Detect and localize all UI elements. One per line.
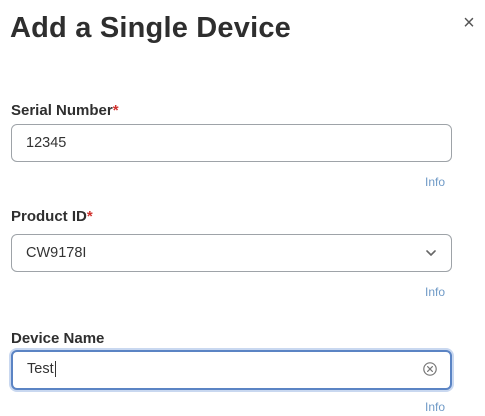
- required-marker: *: [86, 208, 93, 225]
- product-id-value: CW9178I: [26, 245, 87, 261]
- chevron-down-icon[interactable]: [425, 247, 437, 259]
- device-name-label: Device Name: [11, 330, 104, 347]
- product-id-select[interactable]: CW9178I: [11, 234, 452, 272]
- device-name-input[interactable]: Test: [11, 350, 452, 390]
- close-icon[interactable]: ×: [460, 13, 478, 33]
- add-device-dialog: Add a Single Device × Serial Number* 123…: [0, 0, 485, 416]
- text-caret: [54, 361, 56, 378]
- product-id-info-link[interactable]: Info: [425, 285, 445, 299]
- dialog-title: Add a Single Device: [10, 12, 291, 44]
- device-name-label-text: Device Name: [11, 330, 105, 347]
- serial-number-input[interactable]: 12345: [11, 124, 452, 162]
- clear-circle-icon[interactable]: [422, 361, 438, 377]
- device-name-text: Test: [27, 361, 54, 377]
- device-name-info-link[interactable]: Info: [425, 400, 445, 414]
- serial-number-info-link[interactable]: Info: [425, 175, 445, 189]
- product-id-label: Product ID*: [11, 208, 93, 225]
- required-marker: *: [112, 102, 119, 119]
- serial-number-value: 12345: [26, 135, 67, 151]
- product-id-label-text: Product ID: [11, 208, 87, 225]
- serial-number-label: Serial Number*: [11, 102, 119, 119]
- serial-number-label-text: Serial Number: [11, 102, 113, 119]
- device-name-value: Test: [27, 352, 56, 386]
